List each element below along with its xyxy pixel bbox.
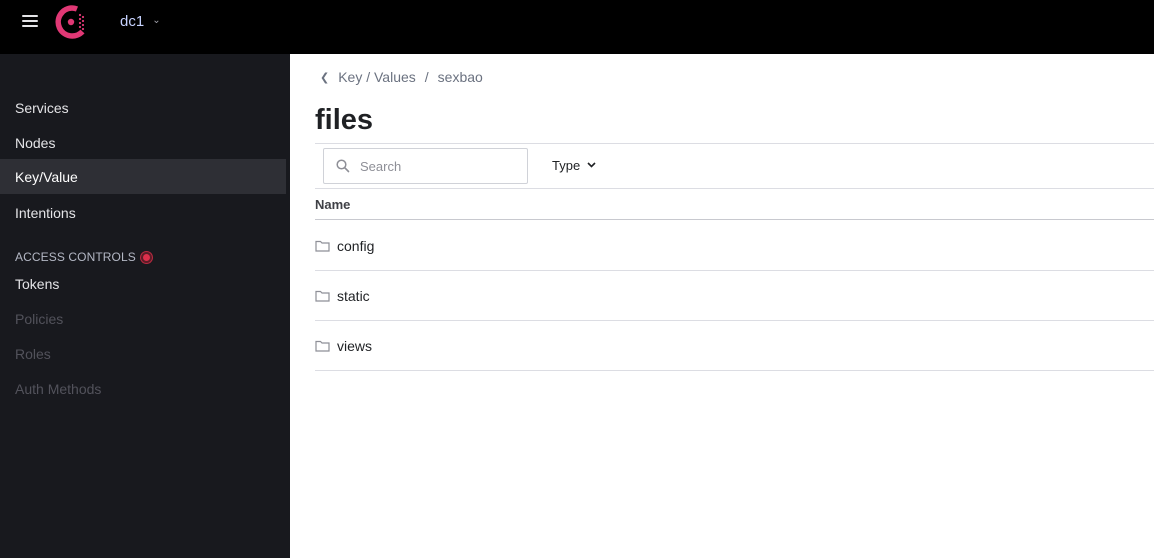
sidebar-item-services[interactable]: Services: [0, 90, 290, 125]
hamburger-icon-bar: [22, 25, 38, 27]
table-header-divider: [315, 219, 1154, 220]
sidebar-item-policies: Policies: [0, 301, 290, 336]
sidebar-item-label: Services: [15, 99, 69, 116]
chevron-down-icon: ⌄: [152, 14, 161, 26]
sidebar-item-tokens[interactable]: Tokens: [0, 266, 290, 301]
table-row[interactable]: static: [315, 271, 1154, 321]
sidebar-item-nodes[interactable]: Nodes: [0, 125, 290, 160]
sidebar-item-key-value[interactable]: Key/Value: [0, 159, 286, 194]
sidebar-item-intentions[interactable]: Intentions: [0, 195, 290, 230]
divider: [315, 143, 1154, 144]
sidebar-item-label: Nodes: [15, 134, 56, 151]
type-filter-dropdown[interactable]: Type: [552, 158, 596, 173]
page-title: files: [315, 104, 374, 136]
folder-icon: [315, 290, 330, 302]
column-header-name[interactable]: Name: [315, 197, 350, 212]
access-controls-section-label: ACCESS CONTROLS: [15, 250, 152, 264]
row-name: static: [337, 287, 370, 304]
search-icon: [336, 159, 350, 173]
datacenter-selector[interactable]: dc1 ⌄: [120, 13, 161, 30]
breadcrumb-current-folder-link[interactable]: sexbao: [438, 69, 483, 85]
consul-logo[interactable]: [55, 5, 89, 39]
breadcrumb: ❮ Key / Values / sexbao: [320, 69, 483, 85]
divider: [315, 188, 1154, 189]
top-bar: dc1 ⌄: [0, 0, 1154, 54]
sidebar-item-label: Key/Value: [15, 168, 78, 185]
folder-icon: [315, 340, 330, 352]
search-field[interactable]: [323, 148, 528, 184]
hamburger-menu-button[interactable]: [22, 15, 38, 29]
sidebar-item-label: Roles: [15, 345, 51, 362]
table-row[interactable]: views: [315, 321, 1154, 371]
sidebar-item-roles: Roles: [0, 336, 290, 371]
breadcrumb-separator: /: [424, 69, 429, 85]
row-name: config: [337, 237, 375, 254]
main-content: ❮ Key / Values / sexbao files Type Name …: [290, 54, 1154, 558]
sidebar-item-label: Tokens: [15, 275, 60, 292]
sidebar: Services Nodes Key/Value Intentions ACCE…: [0, 54, 290, 558]
folder-icon: [315, 240, 330, 252]
type-filter-label: Type: [552, 158, 581, 173]
alert-dot-icon: [140, 251, 152, 263]
sidebar-item-label: Intentions: [15, 204, 76, 221]
sidebar-item-label: Policies: [15, 310, 64, 327]
breadcrumb-key-values-link[interactable]: Key / Values: [338, 69, 416, 85]
chevron-left-icon[interactable]: ❮: [320, 71, 329, 84]
search-input[interactable]: [360, 158, 510, 174]
chevron-down-icon: [587, 161, 596, 168]
datacenter-label: dc1: [120, 13, 145, 30]
sidebar-item-label: Auth Methods: [15, 380, 102, 397]
table-row[interactable]: config: [315, 221, 1154, 271]
section-label: ACCESS CONTROLS: [15, 250, 136, 264]
hamburger-icon-bar: [22, 20, 38, 22]
sidebar-item-auth-methods: Auth Methods: [0, 371, 290, 406]
row-name: views: [337, 337, 373, 354]
hamburger-icon: [22, 15, 38, 17]
